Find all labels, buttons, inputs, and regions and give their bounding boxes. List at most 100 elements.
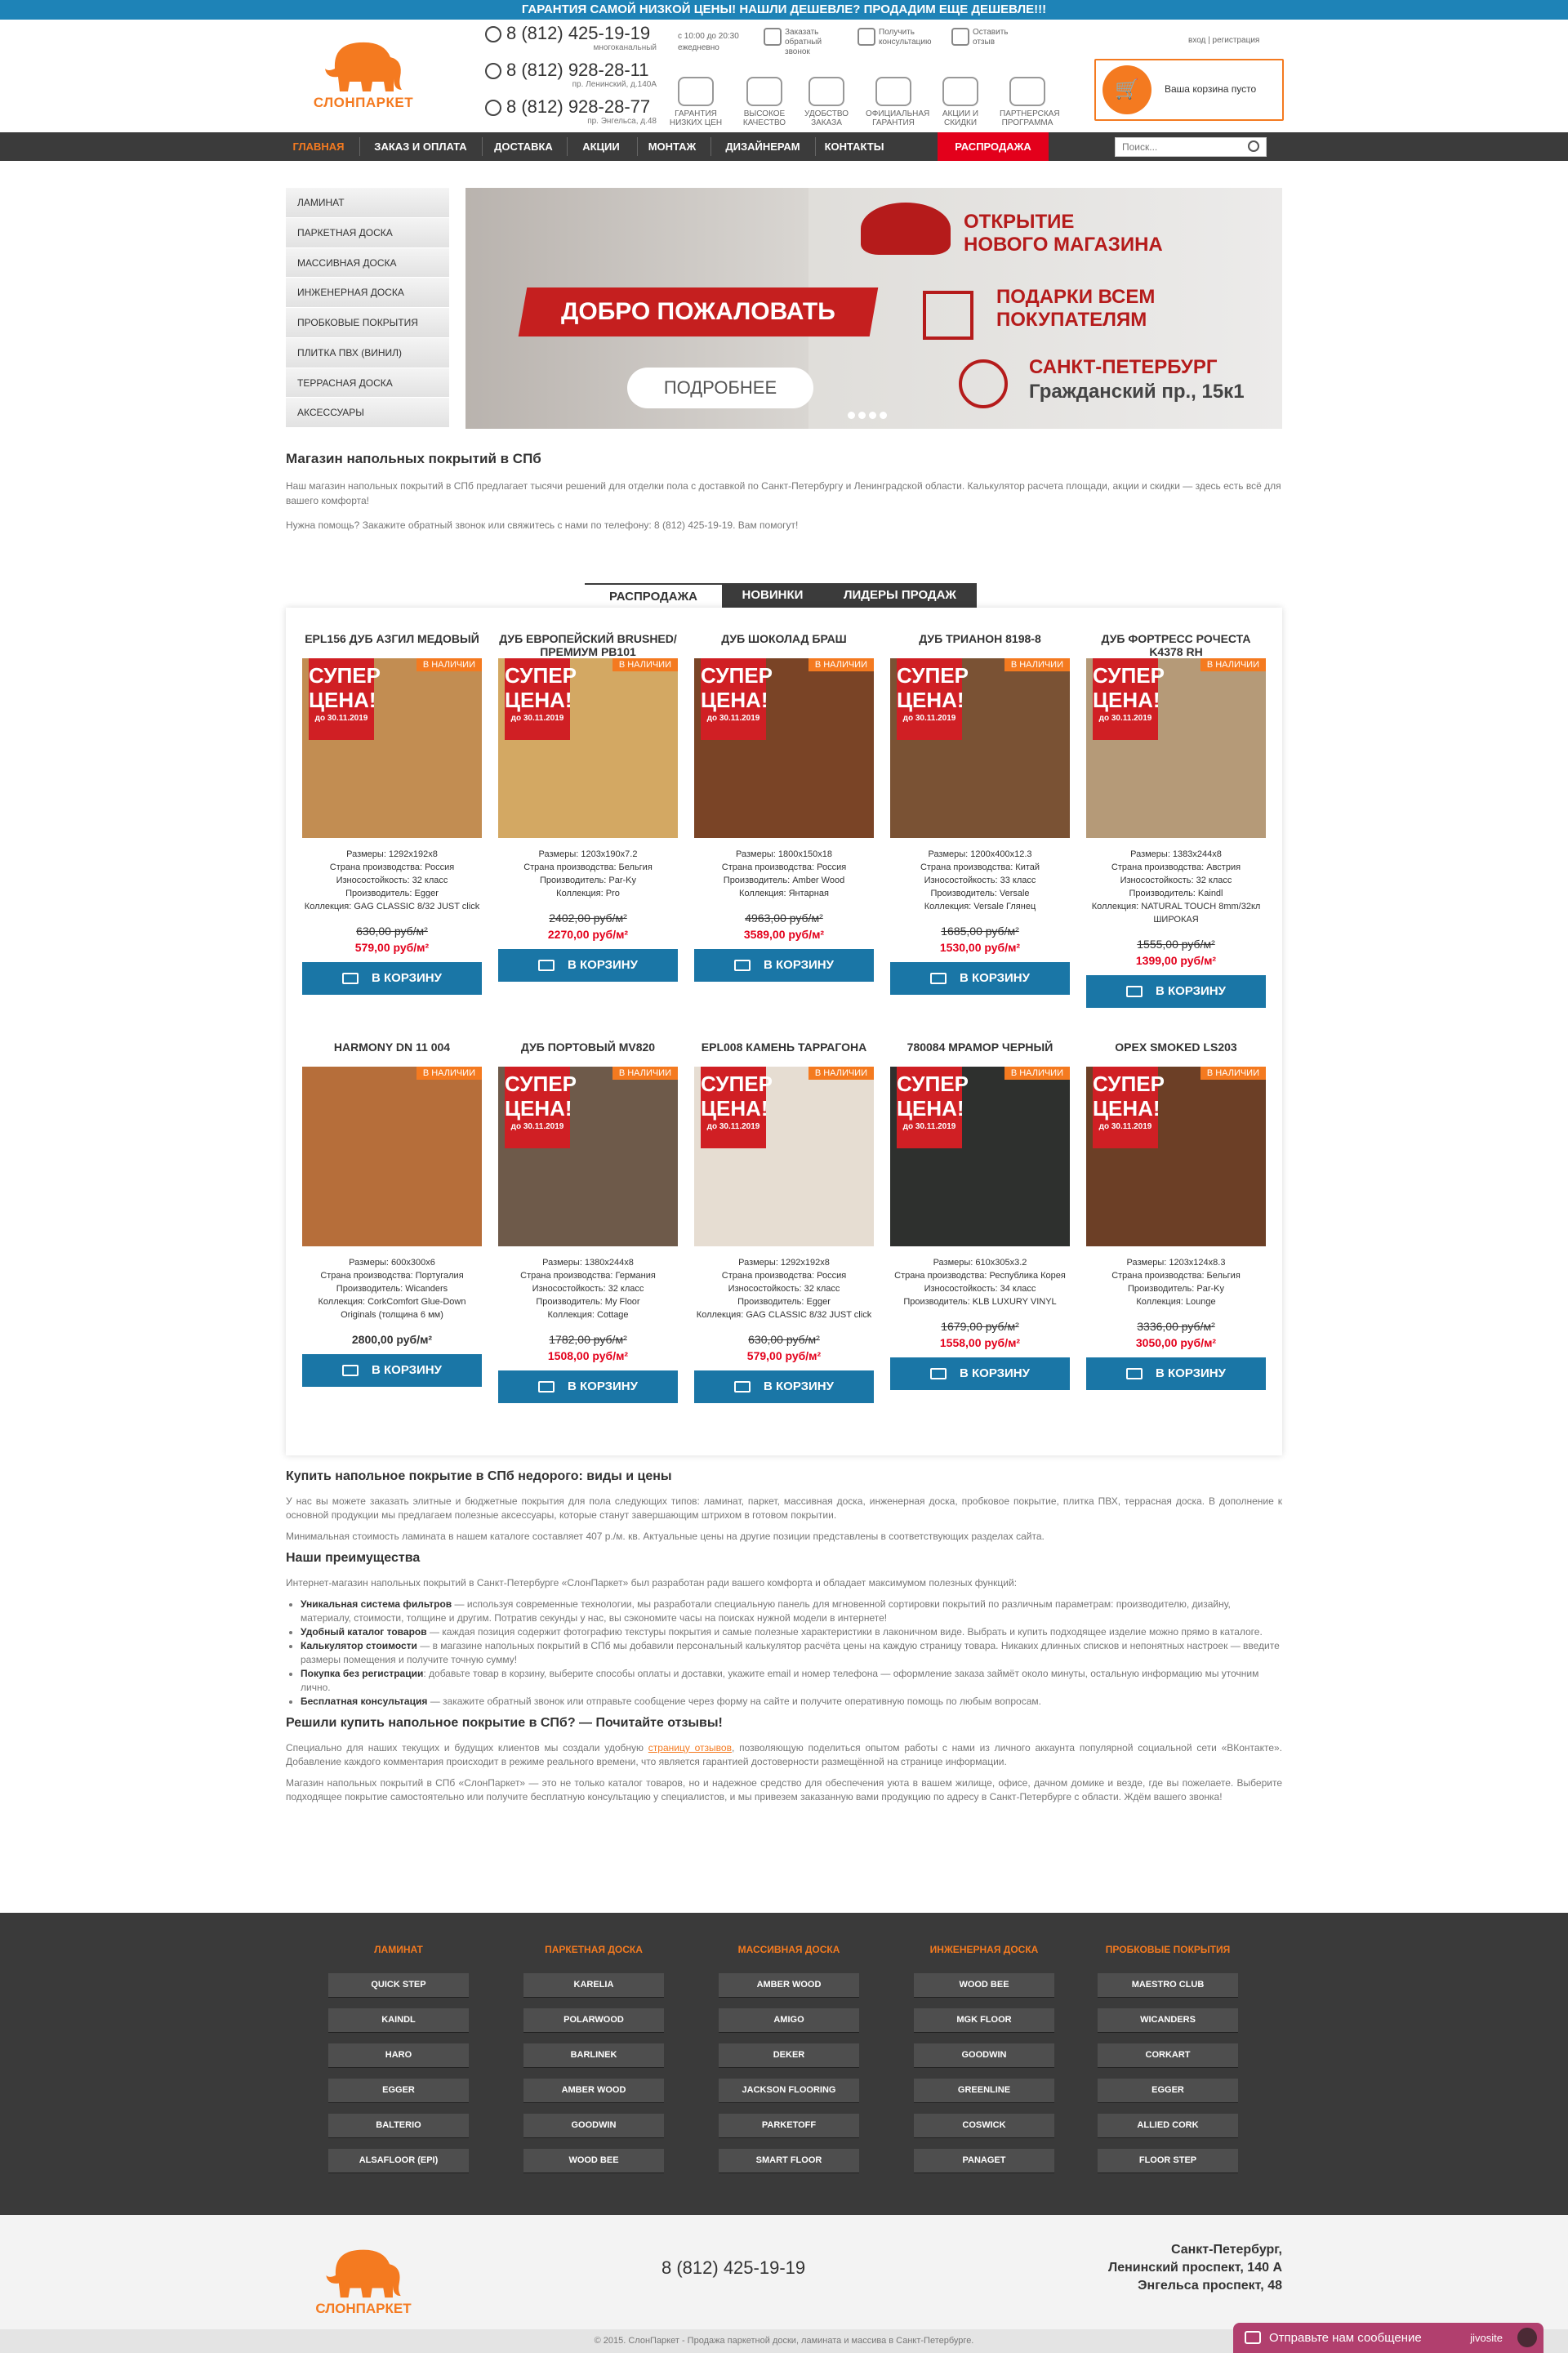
- brand-button[interactable]: MGK FLOOR: [914, 2008, 1054, 2032]
- category-accessories[interactable]: АКСЕССУАРЫ: [286, 398, 449, 428]
- category-solid-board[interactable]: МАССИВНАЯ ДОСКА: [286, 247, 449, 279]
- product-image[interactable]: СУПЕР ЦЕНА! до 30.11.2019 В НАЛИЧИИ: [302, 658, 482, 838]
- product-image[interactable]: СУПЕР ЦЕНА! до 30.11.2019 В НАЛИЧИИ: [694, 1067, 874, 1246]
- brand-button[interactable]: BALTERIO: [328, 2114, 469, 2137]
- search-input[interactable]: [1115, 137, 1267, 157]
- phone-leninsky[interactable]: 8 (812) 928-28-11 пр. Ленинский, д.140А: [485, 60, 657, 96]
- product-card[interactable]: ДУБ ТРИАНОН 8198-8 СУПЕР ЦЕНА! до 30.11.201…: [890, 632, 1070, 995]
- product-title[interactable]: ДУБ ФОРТРЕСС РОЧЕСТА K4378 RH: [1086, 632, 1266, 658]
- nav-contacts[interactable]: КОНТАКТЫ: [820, 132, 889, 161]
- product-title[interactable]: HARMONY DN 11 004: [302, 1041, 482, 1065]
- nav-delivery[interactable]: ДОСТАВКА: [487, 132, 560, 161]
- phone-engelsa[interactable]: 8 (812) 928-28-77 пр. Энгельса, д.48: [485, 96, 657, 133]
- brand-column-heading[interactable]: ПАРКЕТНАЯ ДОСКА: [523, 1944, 664, 1955]
- brand-button[interactable]: EGGER: [1098, 2079, 1238, 2102]
- brand-button[interactable]: EGGER: [328, 2079, 469, 2102]
- category-pvc-tile[interactable]: ПЛИТКА ПВХ (ВИНИЛ): [286, 337, 449, 368]
- phone-main[interactable]: 8 (812) 425-19-19 многоканальный: [485, 23, 657, 60]
- brand-button[interactable]: MAESTRO CLUB: [1098, 1973, 1238, 1997]
- brand-button[interactable]: KARELIA: [523, 1973, 664, 1997]
- add-to-cart-button[interactable]: В КОРЗИНУ: [302, 962, 482, 995]
- category-laminate[interactable]: ЛАМИНАТ: [286, 188, 449, 218]
- brand-button[interactable]: GOODWIN: [914, 2043, 1054, 2067]
- brand-button[interactable]: ALLIED CORK: [1098, 2114, 1238, 2137]
- tab-new[interactable]: НОВИНКИ: [722, 583, 823, 608]
- brand-column-heading[interactable]: ИНЖЕНЕРНАЯ ДОСКА: [914, 1944, 1054, 1955]
- add-to-cart-button[interactable]: В КОРЗИНУ: [694, 949, 874, 982]
- footer-logo[interactable]: СЛОНПАРКЕТ: [310, 2244, 416, 2325]
- cart-widget[interactable]: 🛒 Ваша корзина пусто: [1094, 59, 1284, 121]
- product-title[interactable]: ДУБ ПОРТОВЫЙ MV820: [498, 1041, 678, 1065]
- add-to-cart-button[interactable]: В КОРЗИНУ: [498, 1370, 678, 1403]
- brand-button[interactable]: QUICK STEP: [328, 1973, 469, 1997]
- product-image[interactable]: СУПЕР ЦЕНА! до 30.11.2019 В НАЛИЧИИ: [1086, 658, 1266, 838]
- brand-button[interactable]: POLARWOOD: [523, 2008, 664, 2032]
- category-cork[interactable]: ПРОБКОВЫЕ ПОКРЫТИЯ: [286, 308, 449, 338]
- consultation-link[interactable]: Получить консультацию: [858, 28, 931, 47]
- product-card[interactable]: ДУБ ФОРТРЕСС РОЧЕСТА K4378 RH СУПЕР ЦЕНА! д…: [1086, 632, 1266, 1008]
- product-image[interactable]: СУПЕР ЦЕНА! до 30.11.2019 В НАЛИЧИИ: [890, 658, 1070, 838]
- add-to-cart-button[interactable]: В КОРЗИНУ: [694, 1370, 874, 1403]
- brand-button[interactable]: WOOD BEE: [523, 2149, 664, 2173]
- tab-sale[interactable]: РАСПРОДАЖА: [585, 583, 722, 608]
- brand-column-heading[interactable]: ПРОБКОВЫЕ ПОКРЫТИЯ: [1098, 1944, 1238, 1955]
- search-icon[interactable]: [1248, 140, 1259, 152]
- brand-button[interactable]: FLOOR STEP: [1098, 2149, 1238, 2173]
- product-card[interactable]: ДУБ ШОКОЛАД БРАШ СУПЕР ЦЕНА! до 30.11.2019 В…: [694, 632, 874, 982]
- banner-more-button[interactable]: ПОДРОБНЕЕ: [627, 368, 813, 408]
- brand-button[interactable]: GOODWIN: [523, 2114, 664, 2137]
- category-decking[interactable]: ТЕРРАСНАЯ ДОСКА: [286, 368, 449, 399]
- site-logo[interactable]: СЛОНПАРКЕТ: [310, 36, 416, 118]
- add-to-cart-button[interactable]: В КОРЗИНУ: [302, 1354, 482, 1387]
- brand-column-heading[interactable]: МАССИВНАЯ ДОСКА: [719, 1944, 859, 1955]
- brand-button[interactable]: DEKER: [719, 2043, 859, 2067]
- chat-close-icon[interactable]: [1517, 2328, 1537, 2347]
- slider-dot[interactable]: [880, 412, 887, 419]
- product-title[interactable]: 780084 МРАМОР ЧЕРНЫЙ: [890, 1041, 1070, 1065]
- category-parquet[interactable]: ПАРКЕТНАЯ ДОСКА: [286, 217, 449, 248]
- brand-button[interactable]: CORKART: [1098, 2043, 1238, 2067]
- product-title[interactable]: EPL008 КАМЕНЬ ТАРРАГОНА: [694, 1041, 874, 1065]
- callback-link[interactable]: Заказать обратный звонок: [764, 28, 829, 57]
- product-image[interactable]: СУПЕР ЦЕНА! до 30.11.2019 В НАЛИЧИИ: [694, 658, 874, 838]
- login-register-link[interactable]: вход | регистрация: [1188, 36, 1259, 45]
- product-card[interactable]: EPL008 КАМЕНЬ ТАРРАГОНА СУПЕР ЦЕНА! до 30.1…: [694, 1041, 874, 1403]
- add-to-cart-button[interactable]: В КОРЗИНУ: [1086, 975, 1266, 1008]
- product-card[interactable]: EPL156 ДУБ АЗГИЛ МЕДОВЫЙ СУПЕР ЦЕНА! до 30.…: [302, 632, 482, 995]
- brand-column-heading[interactable]: ЛАМИНАТ: [328, 1944, 469, 1955]
- nav-sale[interactable]: РАСПРОДАЖА: [938, 132, 1049, 161]
- brand-button[interactable]: JACKSON FLOORING: [719, 2079, 859, 2102]
- brand-button[interactable]: AMBER WOOD: [523, 2079, 664, 2102]
- product-card[interactable]: HARMONY DN 11 004 В НАЛИЧИИ Размеры: 600x3…: [302, 1041, 482, 1387]
- brand-button[interactable]: ALSAFLOOR (EPI): [328, 2149, 469, 2173]
- tab-bestsellers[interactable]: ЛИДЕРЫ ПРОДАЖ: [823, 583, 977, 608]
- brand-button[interactable]: BARLINEK: [523, 2043, 664, 2067]
- product-title[interactable]: ДУБ ТРИАНОН 8198-8: [890, 632, 1070, 657]
- reviews-link[interactable]: страницу отзывов: [648, 1742, 732, 1754]
- slider-dot[interactable]: [848, 412, 855, 419]
- product-image[interactable]: СУПЕР ЦЕНА! до 30.11.2019 В НАЛИЧИИ: [1086, 1067, 1266, 1246]
- brand-button[interactable]: AMIGO: [719, 2008, 859, 2032]
- nav-promotions[interactable]: АКЦИИ: [572, 132, 630, 161]
- product-image[interactable]: СУПЕР ЦЕНА! до 30.11.2019 В НАЛИЧИИ: [498, 1067, 678, 1246]
- brand-button[interactable]: AMBER WOOD: [719, 1973, 859, 1997]
- add-to-cart-button[interactable]: В КОРЗИНУ: [498, 949, 678, 982]
- brand-button[interactable]: WOOD BEE: [914, 1973, 1054, 1997]
- brand-button[interactable]: COSWICK: [914, 2114, 1054, 2137]
- product-image[interactable]: СУПЕР ЦЕНА! до 30.11.2019 В НАЛИЧИИ: [498, 658, 678, 838]
- nav-home[interactable]: ГЛАВНАЯ: [286, 132, 351, 161]
- nav-order-payment[interactable]: ЗАКАЗ И ОПЛАТА: [368, 132, 474, 161]
- product-image[interactable]: СУПЕР ЦЕНА! до 30.11.2019 В НАЛИЧИИ: [890, 1067, 1070, 1246]
- slider-dot[interactable]: [869, 412, 876, 419]
- product-image[interactable]: В НАЛИЧИИ: [302, 1067, 482, 1246]
- promo-banner[interactable]: ДОБРО ПОЖАЛОВАТЬ ПОДРОБНЕЕ ОТКРЫТИЕ НОВОГ…: [466, 188, 1282, 429]
- nav-designers[interactable]: ДИЗАЙНЕРАМ: [715, 132, 810, 161]
- product-card[interactable]: 780084 МРАМОР ЧЕРНЫЙ СУПЕР ЦЕНА! до 30.11.2…: [890, 1041, 1070, 1390]
- category-engineered-board[interactable]: ИНЖЕНЕРНАЯ ДОСКА: [286, 278, 449, 308]
- product-card[interactable]: ДУБ ПОРТОВЫЙ MV820 СУПЕР ЦЕНА! до 30.11.201…: [498, 1041, 678, 1403]
- product-card[interactable]: OPEX SMOKED LS203 СУПЕР ЦЕНА! до 30.11.2019…: [1086, 1041, 1266, 1390]
- product-title[interactable]: ДУБ ЕВРОПЕЙСКИЙ BRUSHED/ПРЕМИУМ PB101: [498, 632, 678, 658]
- add-to-cart-button[interactable]: В КОРЗИНУ: [890, 1357, 1070, 1390]
- product-title[interactable]: ДУБ ШОКОЛАД БРАШ: [694, 632, 874, 657]
- brand-button[interactable]: PARKETOFF: [719, 2114, 859, 2137]
